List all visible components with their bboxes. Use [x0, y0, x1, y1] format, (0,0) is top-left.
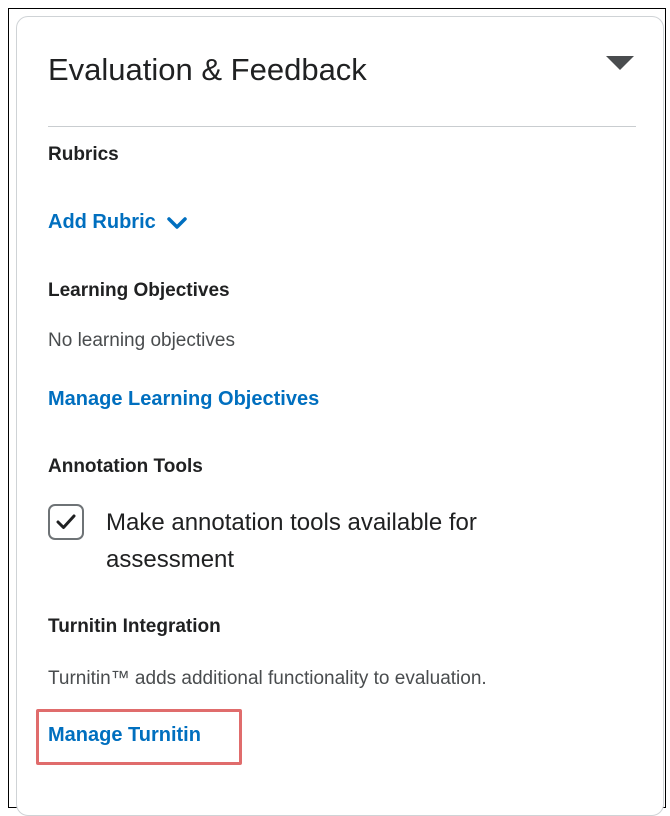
annotation-tools-checkbox[interactable]	[48, 504, 84, 540]
checkmark-icon	[56, 514, 76, 529]
manage-learning-objectives-link[interactable]: Manage Learning Objectives	[48, 388, 319, 411]
add-rubric-button[interactable]: Add Rubric	[48, 211, 188, 234]
rubrics-heading: Rubrics	[48, 144, 119, 165]
caret-down-icon	[606, 56, 634, 70]
annotation-tools-heading: Annotation Tools	[48, 456, 203, 477]
turnitin-description: Turnitin™ adds additional functionality …	[48, 668, 487, 689]
learning-objectives-empty-text: No learning objectives	[48, 330, 235, 351]
learning-objectives-heading: Learning Objectives	[48, 280, 230, 301]
chevron-down-icon	[166, 216, 188, 230]
annotation-tools-checkbox-label: Make annotation tools available for asse…	[106, 509, 477, 573]
panel-title: Evaluation & Feedback	[48, 52, 367, 87]
add-rubric-label: Add Rubric	[48, 211, 156, 233]
turnitin-heading: Turnitin Integration	[48, 616, 221, 637]
panel-divider	[48, 126, 636, 127]
collapse-toggle-button[interactable]	[602, 52, 638, 76]
evaluation-feedback-panel	[16, 16, 664, 816]
manage-turnitin-link[interactable]: Manage Turnitin	[48, 724, 201, 747]
